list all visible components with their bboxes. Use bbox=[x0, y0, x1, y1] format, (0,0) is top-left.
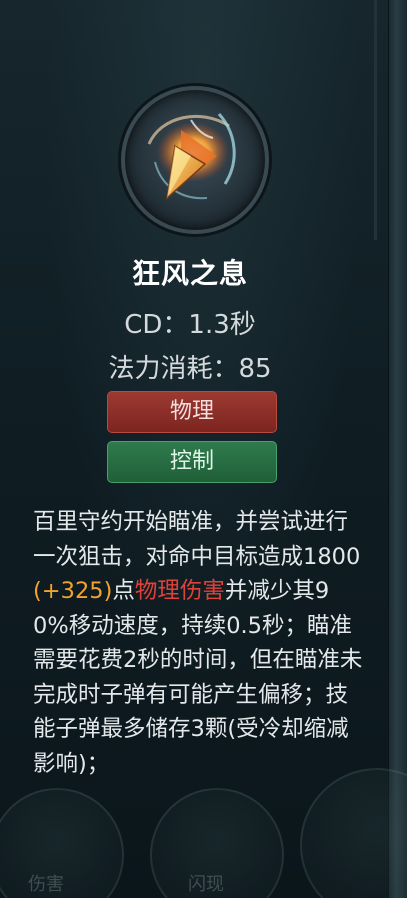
desc-text-3: 并减少其90%移动速度，持续0.5秒；瞄准需要花费2秒的时间，但在瞄准未完成时子… bbox=[33, 578, 363, 777]
flaming-arrow-icon bbox=[121, 86, 269, 234]
desc-text-2: 点 bbox=[112, 578, 135, 604]
tag-physical: 物理 bbox=[107, 391, 277, 433]
panel-edge-line bbox=[374, 0, 377, 240]
desc-bonus-value: (+325) bbox=[33, 578, 113, 604]
hud-label-mid: 闪现 bbox=[188, 874, 224, 895]
skill-cooldown: CD：1.3秒 bbox=[124, 310, 256, 340]
skill-description: 百里守约开始瞄准，并尝试进行一次狙击，对命中目标造成1800 (+325)点物理伤… bbox=[33, 505, 363, 781]
tag-control: 控制 bbox=[107, 441, 277, 483]
desc-damage-type: 物理伤害 bbox=[134, 578, 225, 604]
desc-text-1: 百里守约开始瞄准，并尝试进行一次狙击，对命中目标造成1800 bbox=[33, 509, 361, 570]
hud-skill-circle-right bbox=[300, 768, 407, 898]
hud-label-left: 伤害 bbox=[28, 874, 64, 895]
skill-mana-cost: 法力消耗：85 bbox=[108, 354, 272, 384]
skill-name: 狂风之息 bbox=[131, 257, 248, 290]
